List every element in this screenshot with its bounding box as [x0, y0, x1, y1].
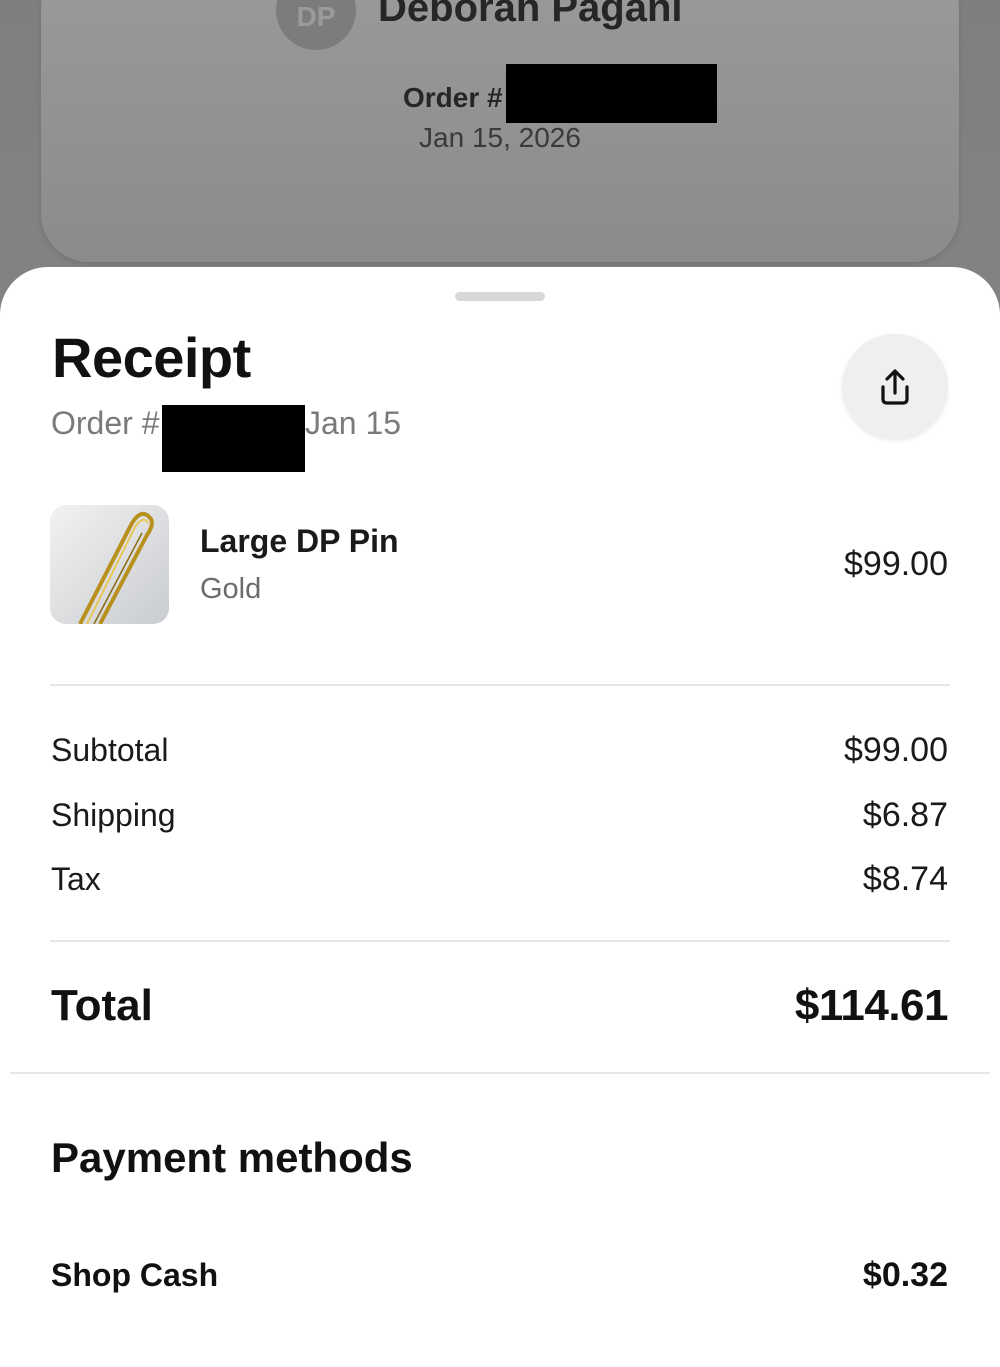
payment-methods-title: Payment methods — [51, 1134, 413, 1181]
receipt-sheet: Receipt Order # Jan 15 Large DP Pin Gold… — [0, 267, 1000, 1367]
receipt-order-line: Order # Jan 15 — [51, 405, 401, 442]
subtotal-label: Subtotal — [51, 732, 169, 768]
section-divider — [10, 1072, 990, 1074]
product-image[interactable] — [50, 505, 169, 624]
shipping-value: $6.87 — [862, 796, 948, 834]
total-value: $114.61 — [794, 981, 949, 1030]
product-variant: Gold — [200, 573, 262, 605]
shipping-label: Shipping — [51, 797, 176, 833]
sheet-drag-handle[interactable] — [455, 292, 545, 301]
tax-value: $8.74 — [862, 860, 948, 898]
receipt-order-label: Order # — [51, 405, 160, 441]
payment-method-label: Shop Cash — [51, 1257, 219, 1293]
receipt-title: Receipt — [52, 326, 251, 389]
store-name: Deborah Pagani — [378, 0, 683, 30]
product-name[interactable]: Large DP Pin — [200, 523, 399, 560]
background-order-date: Jan 15, 2026 — [419, 122, 581, 153]
payment-method-amount: $0.32 — [862, 1256, 948, 1294]
divider — [50, 684, 950, 686]
product-price: $99.00 — [844, 545, 948, 583]
tax-label: Tax — [51, 861, 101, 897]
receipt-order-date: Jan 15 — [305, 405, 402, 441]
background-order-number: Order # — [403, 82, 503, 113]
total-label: Total — [51, 981, 153, 1030]
subtotal-value: $99.00 — [844, 731, 948, 769]
divider — [50, 940, 950, 942]
redacted-order-number — [506, 64, 717, 123]
share-upload-icon — [881, 369, 909, 405]
share-button[interactable] — [842, 334, 948, 440]
redacted-receipt-order-number — [162, 405, 305, 472]
